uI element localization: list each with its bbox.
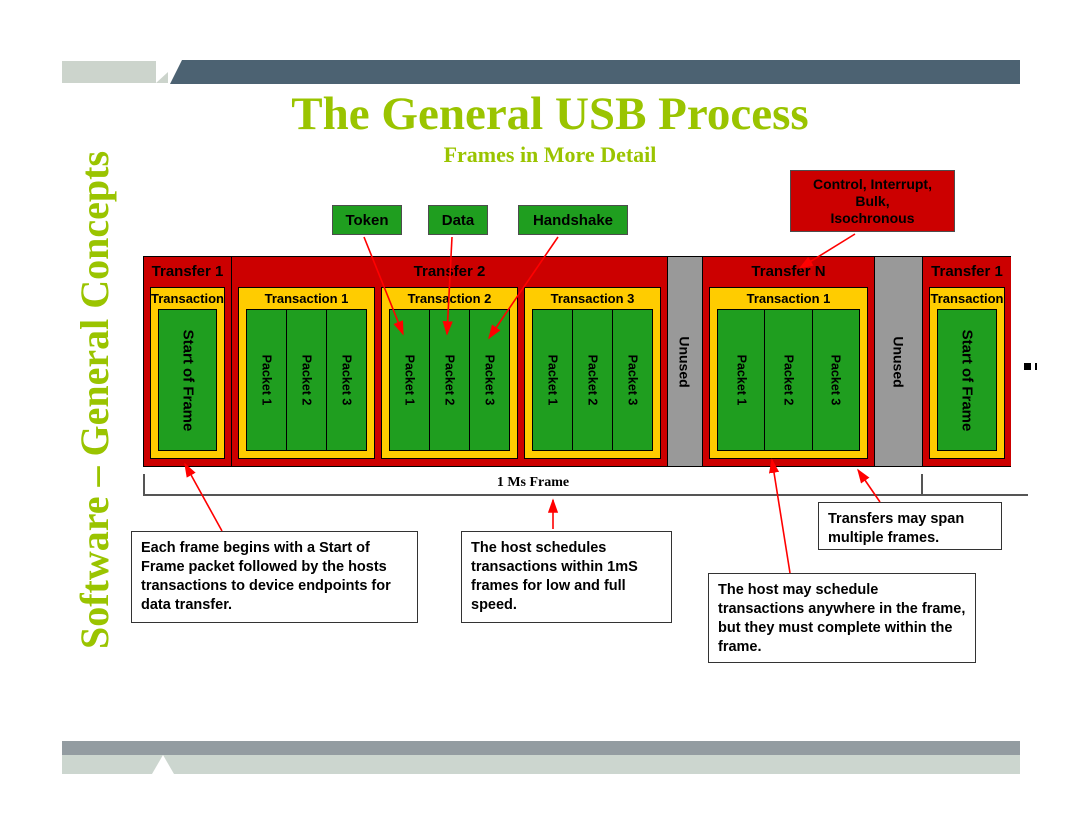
dimension-tick-end bbox=[921, 474, 923, 495]
note-schedule-anywhere: The host may schedule transactions anywh… bbox=[708, 573, 976, 663]
packet-label: Packet 2 bbox=[781, 354, 796, 406]
packet-label: Start of Frame bbox=[179, 329, 197, 431]
transaction-block: Transaction Start of Frame bbox=[150, 287, 225, 459]
header-left-block bbox=[62, 61, 168, 83]
transaction-label: Transaction 3 bbox=[550, 291, 635, 306]
packet-cell: Packet 2 bbox=[430, 310, 470, 450]
packet-cell: Packet 1 bbox=[390, 310, 430, 450]
transfer-block-2: Transfer 2 Transaction 1 Packet 1 Packet… bbox=[232, 257, 668, 466]
page-title: The General USB Process bbox=[291, 88, 809, 140]
packet-start-of-frame: Start of Frame bbox=[159, 310, 216, 450]
header-decoration-band bbox=[0, 0, 1080, 90]
packet-label: Packet 1 bbox=[545, 354, 560, 406]
packet-label: Packet 1 bbox=[402, 354, 417, 406]
transaction-block: Transaction 1 Packet 1 Packet 2 Packet 3 bbox=[238, 287, 375, 459]
transaction-label: Transaction 2 bbox=[407, 291, 492, 306]
packet-label: Packet 1 bbox=[734, 354, 749, 406]
packet-start-of-frame: Start of Frame bbox=[938, 310, 996, 450]
transaction-label: Transaction 1 bbox=[264, 291, 349, 306]
packet-label: Packet 3 bbox=[625, 354, 640, 406]
continuation-marker-tick bbox=[1035, 363, 1037, 370]
note-start-of-frame: Each frame begins with a Start of Frame … bbox=[131, 531, 418, 623]
transaction-block: Transaction 1 Packet 1 Packet 2 Packet 3 bbox=[709, 287, 868, 459]
transfer-block-1: Transfer 1 Transaction Start of Frame bbox=[144, 257, 232, 466]
frame-duration-dimension: 1 Ms Frame bbox=[143, 474, 1028, 496]
footer-light-bar bbox=[62, 755, 1020, 774]
packet-label: Packet 1 bbox=[259, 354, 274, 406]
packet-cell: Packet 1 bbox=[718, 310, 766, 450]
transfer-label: Transfer 2 bbox=[413, 263, 486, 280]
unused-label: Unused bbox=[890, 335, 907, 388]
packet-label: Packet 3 bbox=[339, 354, 354, 406]
transfer-block-n: Transfer N Transaction 1 Packet 1 Packet… bbox=[703, 257, 875, 466]
packet-label: Packet 2 bbox=[442, 354, 457, 406]
transaction-label: Transaction bbox=[151, 291, 224, 306]
transfer-label: Transfer 1 bbox=[151, 263, 224, 280]
unused-block-1: Unused bbox=[668, 257, 703, 466]
chip-transfer-types-line1: Control, Interrupt, bbox=[813, 175, 932, 192]
dimension-tick-start bbox=[143, 474, 145, 495]
chip-transfer-types-line2: Bulk, bbox=[855, 192, 890, 209]
packet-group: Packet 1 Packet 2 Packet 3 bbox=[717, 309, 860, 451]
unused-block-2: Unused bbox=[875, 257, 923, 466]
packet-cell: Packet 1 bbox=[533, 310, 573, 450]
packet-cell: Packet 3 bbox=[813, 310, 859, 450]
packet-label: Packet 2 bbox=[299, 354, 314, 406]
transaction-label: Transaction 1 bbox=[746, 291, 831, 306]
sidebar-vertical-title: Software – General Concepts bbox=[72, 150, 117, 650]
unused-label: Unused bbox=[677, 335, 693, 388]
packet-cell: Packet 1 bbox=[247, 310, 287, 450]
usb-frame-diagram: Transfer 1 Transaction Start of Frame Tr… bbox=[143, 256, 1011, 467]
chip-transfer-types: Control, Interrupt, Bulk, Isochronous bbox=[790, 170, 955, 232]
packet-label: Packet 3 bbox=[482, 354, 497, 406]
frame-duration-label: 1 Ms Frame bbox=[496, 475, 570, 490]
note-transfers-span: Transfers may span multiple frames. bbox=[818, 502, 1002, 550]
chip-token: Token bbox=[332, 205, 402, 235]
packet-label: Start of Frame bbox=[958, 329, 976, 431]
packet-group: Packet 1 Packet 2 Packet 3 bbox=[389, 309, 510, 451]
note-host-schedules: The host schedules transactions within 1… bbox=[461, 531, 672, 623]
chip-data: Data bbox=[428, 205, 488, 235]
continuation-marker bbox=[1024, 363, 1031, 370]
packet-group: Start of Frame bbox=[937, 309, 997, 451]
packet-cell: Packet 3 bbox=[327, 310, 366, 450]
header-right-bar bbox=[170, 60, 1020, 84]
dimension-line bbox=[143, 494, 1028, 496]
packet-cell: Packet 2 bbox=[573, 310, 613, 450]
packet-cell: Packet 3 bbox=[613, 310, 652, 450]
transaction-block: Transaction Start of Frame bbox=[929, 287, 1005, 459]
packet-cell: Packet 2 bbox=[287, 310, 327, 450]
packet-cell: Packet 3 bbox=[470, 310, 509, 450]
transaction-label: Transaction bbox=[930, 291, 1004, 306]
chip-transfer-types-line3: Isochronous bbox=[830, 209, 915, 226]
packet-label: Packet 2 bbox=[585, 354, 600, 406]
chip-handshake: Handshake bbox=[518, 205, 628, 235]
transfer-label: Transfer 1 bbox=[931, 263, 1003, 280]
transaction-block: Transaction 2 Packet 1 Packet 2 Packet 3 bbox=[381, 287, 518, 459]
footer-dark-bar bbox=[62, 741, 1020, 755]
transfer-label: Transfer N bbox=[751, 263, 826, 280]
packet-group: Start of Frame bbox=[158, 309, 217, 451]
packet-cell: Packet 2 bbox=[765, 310, 813, 450]
page-subtitle: Frames in More Detail bbox=[443, 142, 657, 167]
transaction-block: Transaction 3 Packet 1 Packet 2 Packet 3 bbox=[524, 287, 661, 459]
packet-label: Packet 3 bbox=[828, 354, 843, 406]
packet-group: Packet 1 Packet 2 Packet 3 bbox=[246, 309, 367, 451]
transfer-block-next: Transfer 1 Transaction Start of Frame bbox=[923, 257, 1011, 466]
packet-group: Packet 1 Packet 2 Packet 3 bbox=[532, 309, 653, 451]
